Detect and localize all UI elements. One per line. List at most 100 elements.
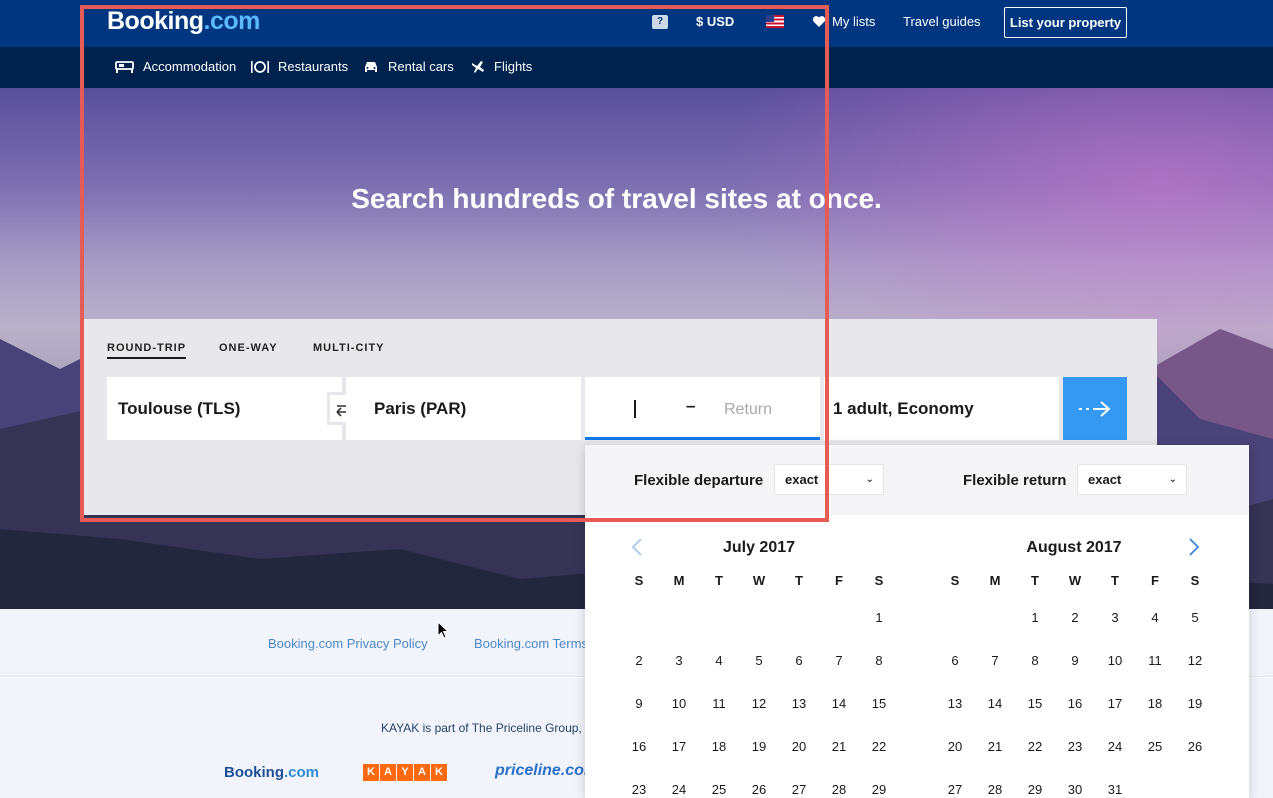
calendar-day[interactable]: 6 — [935, 653, 975, 668]
flexible-return-select[interactable]: exact ⌄ — [1077, 464, 1187, 495]
calendar-day[interactable]: 11 — [699, 696, 739, 711]
weekday-header: S — [634, 573, 644, 588]
calendar-day[interactable]: 8 — [859, 653, 899, 668]
calendar-day[interactable]: 21 — [819, 739, 859, 754]
calendar-day[interactable]: 26 — [1175, 739, 1215, 754]
month-title-august: August 2017 — [1026, 539, 1122, 556]
travelers-field[interactable]: 1 adult, Economy — [824, 377, 1059, 440]
calendar-day[interactable]: 31 — [1095, 782, 1135, 797]
calendar-day[interactable]: 29 — [859, 782, 899, 797]
calendar-day[interactable]: 7 — [975, 653, 1015, 668]
calendar-day[interactable]: 8 — [1015, 653, 1055, 668]
nav-accommodation[interactable]: Accommodation — [115, 59, 236, 74]
calendar-day[interactable]: 15 — [859, 696, 899, 711]
calendar-day[interactable]: 5 — [1175, 610, 1215, 625]
calendar-day[interactable]: 6 — [779, 653, 819, 668]
footer-priceline-logo[interactable]: priceline.com — [495, 762, 598, 780]
plate-icon — [251, 60, 269, 73]
calendar-day[interactable]: 9 — [619, 696, 659, 711]
calendar-day[interactable]: 5 — [739, 653, 779, 668]
calendar-day[interactable]: 19 — [739, 739, 779, 754]
return-date-placeholder[interactable]: Return — [724, 401, 772, 419]
calendar-day[interactable]: 23 — [1055, 739, 1095, 754]
kayak-group-text: KAYAK is part of The Priceline Group, — [381, 721, 582, 735]
calendar-day[interactable]: 3 — [1095, 610, 1135, 625]
category-nav: Accommodation Restaurants Rental cars Fl… — [0, 47, 1273, 88]
list-your-property-button[interactable]: List your property — [1004, 7, 1127, 38]
nav-restaurants[interactable]: Restaurants — [251, 59, 348, 74]
calendar-day[interactable]: 12 — [1175, 653, 1215, 668]
travel-guides-link[interactable]: Travel guides — [903, 14, 981, 29]
calendar-day[interactable]: 13 — [935, 696, 975, 711]
tab-multi-city[interactable]: MULTI-CITY — [313, 342, 385, 354]
calendar-day[interactable]: 15 — [1015, 696, 1055, 711]
calendar-day[interactable]: 16 — [1055, 696, 1095, 711]
calendar-day[interactable]: 14 — [975, 696, 1015, 711]
calendar-day[interactable]: 28 — [819, 782, 859, 797]
calendar-day[interactable]: 17 — [1095, 696, 1135, 711]
calendar-day[interactable]: 9 — [1055, 653, 1095, 668]
privacy-policy-link[interactable]: Booking.com Privacy Policy — [268, 636, 428, 651]
calendar-day[interactable]: 10 — [659, 696, 699, 711]
calendar-day[interactable]: 29 — [1015, 782, 1055, 797]
calendar-day[interactable]: 16 — [619, 739, 659, 754]
nav-rental-cars[interactable]: Rental cars — [363, 59, 454, 74]
calendar-day[interactable]: 11 — [1135, 653, 1175, 668]
calendar-day[interactable]: 1 — [859, 610, 899, 625]
help-icon[interactable]: ? — [652, 15, 668, 29]
next-month-arrow-icon[interactable] — [1188, 537, 1200, 557]
language-flag-icon[interactable] — [766, 15, 784, 28]
tab-round-trip[interactable]: ROUND-TRIP — [107, 342, 187, 359]
date-range-field[interactable]: – Return — [585, 377, 820, 440]
calendar-day[interactable]: 17 — [659, 739, 699, 754]
calendar-day[interactable]: 18 — [699, 739, 739, 754]
destination-field[interactable]: Paris (PAR) — [346, 377, 581, 440]
calendar-day[interactable]: 20 — [779, 739, 819, 754]
currency-selector[interactable]: $ USD — [696, 14, 734, 29]
terms-link[interactable]: Booking.com Terms — [474, 636, 588, 651]
calendar-day[interactable]: 20 — [935, 739, 975, 754]
calendar-day[interactable]: 21 — [975, 739, 1015, 754]
calendar-day[interactable]: 10 — [1095, 653, 1135, 668]
weekday-header: S — [1190, 573, 1200, 588]
nav-flights[interactable]: Flights — [471, 59, 532, 74]
calendar-day[interactable]: 2 — [1055, 610, 1095, 625]
origin-field[interactable]: Toulouse (TLS) — [107, 377, 342, 440]
calendar-day[interactable]: 19 — [1175, 696, 1215, 711]
tab-one-way[interactable]: ONE-WAY — [219, 342, 278, 354]
weekday-header: F — [835, 573, 843, 588]
calendar-day[interactable]: 25 — [699, 782, 739, 797]
calendar-day[interactable]: 24 — [1095, 739, 1135, 754]
calendar-day[interactable]: 27 — [779, 782, 819, 797]
my-lists-link[interactable]: My lists — [812, 14, 875, 29]
flexible-departure-select[interactable]: exact ⌄ — [774, 464, 884, 495]
calendar-day[interactable]: 22 — [859, 739, 899, 754]
calendar-day[interactable]: 18 — [1135, 696, 1175, 711]
calendar-day[interactable]: 13 — [779, 696, 819, 711]
calendar-day[interactable]: 3 — [659, 653, 699, 668]
search-button[interactable] — [1063, 377, 1127, 440]
calendar-day[interactable]: 27 — [935, 782, 975, 797]
calendar-day[interactable]: 12 — [739, 696, 779, 711]
calendar-day[interactable]: 23 — [619, 782, 659, 797]
calendar-day[interactable]: 25 — [1135, 739, 1175, 754]
footer-booking-logo[interactable]: Booking.com — [224, 764, 319, 781]
calendar-day[interactable]: 7 — [819, 653, 859, 668]
calendar-day[interactable]: 14 — [819, 696, 859, 711]
weekday-header: F — [1151, 573, 1159, 588]
calendar-day[interactable]: 24 — [659, 782, 699, 797]
calendar-day[interactable]: 26 — [739, 782, 779, 797]
booking-logo[interactable]: Booking.com — [107, 7, 260, 36]
month-title-july: July 2017 — [722, 539, 796, 556]
calendar-day[interactable]: 2 — [619, 653, 659, 668]
calendar-day[interactable]: 4 — [1135, 610, 1175, 625]
calendar-day[interactable]: 22 — [1015, 739, 1055, 754]
mouse-cursor-icon — [437, 621, 449, 639]
calendar-day[interactable]: 28 — [975, 782, 1015, 797]
calendar-day[interactable]: 1 — [1015, 610, 1055, 625]
footer-kayak-logo[interactable]: KAYAK — [363, 764, 447, 781]
calendar-day[interactable]: 4 — [699, 653, 739, 668]
weekday-header: M — [989, 573, 1001, 588]
weekday-header: M — [673, 573, 685, 588]
calendar-day[interactable]: 30 — [1055, 782, 1095, 797]
